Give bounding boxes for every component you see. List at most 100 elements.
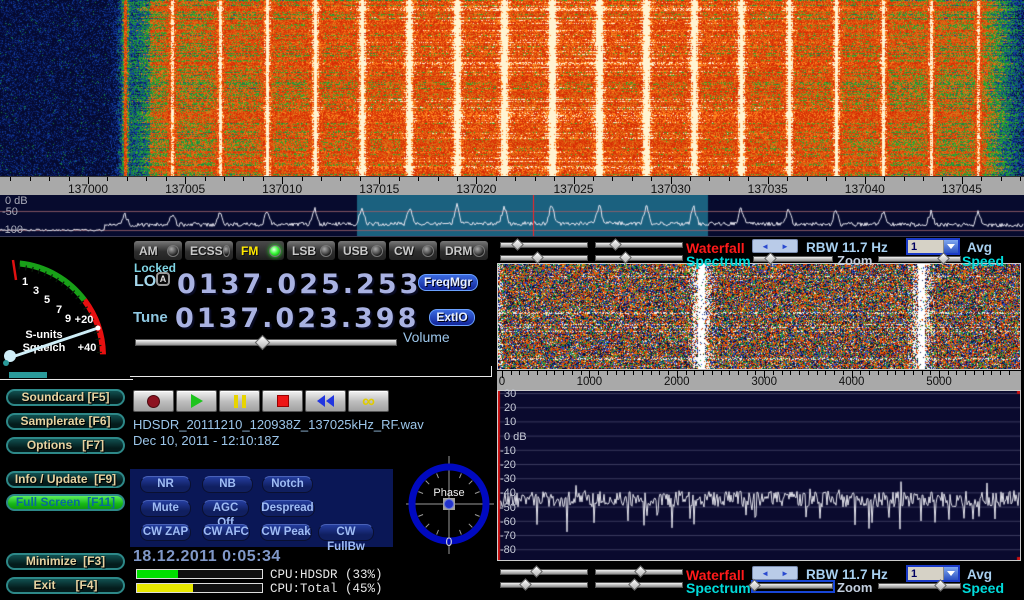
stop-button[interactable] (262, 390, 303, 412)
scale-tick (243, 177, 244, 181)
pause-button[interactable] (219, 390, 260, 412)
main-spectrum-display[interactable]: 0 dB-50-100 (0, 195, 1024, 236)
volume-label: Volume (403, 329, 450, 345)
zoom-slider-top[interactable] (753, 255, 833, 264)
extio-button[interactable]: ExtIO (429, 309, 475, 326)
arrow-left-icon[interactable]: ◄ (761, 242, 769, 251)
arrow-right-icon[interactable]: ► (781, 569, 789, 578)
speed-label-bottom: Speed (962, 580, 1004, 596)
arrow-left-icon[interactable]: ◄ (761, 569, 769, 578)
main-frequency-scale[interactable]: 1370001370051370101370151370201370251370… (0, 176, 1024, 195)
scale-tick (224, 177, 225, 181)
speed-slider-top[interactable] (878, 255, 961, 264)
spectrum-contrast-slider-bottom[interactable] (500, 581, 588, 590)
scale-tick (612, 177, 613, 181)
waterfall-contrast-slider-bottom[interactable] (500, 568, 588, 577)
cpu-total-text: CPU:Total (45%) (270, 582, 383, 596)
spectrum-brightness-slider-top-thumb[interactable] (619, 251, 632, 264)
volume-slider-thumb[interactable] (255, 335, 271, 351)
scale-tick (69, 177, 70, 181)
waterfall-brightness-slider-top[interactable] (595, 241, 683, 250)
scale-tick (399, 177, 400, 181)
freqmgr-button[interactable]: FreqMgr (418, 274, 478, 291)
waterfall-scroll-arrows-bottom[interactable]: ◄► (752, 566, 798, 580)
options-button[interactable]: Options [F7] (6, 437, 125, 454)
nr-button[interactable]: NR (140, 476, 191, 493)
speed-slider-bottom[interactable] (878, 582, 961, 591)
mode-button-drm[interactable]: DRM (439, 240, 489, 261)
spectrum-brightness-slider-top[interactable] (595, 254, 683, 263)
mode-button-fm[interactable]: FM (235, 240, 285, 261)
avg-select-bottom[interactable]: 1 (906, 565, 960, 582)
waterfall-contrast-slider-top[interactable] (500, 241, 588, 250)
spectrum-contrast-slider-top-thumb[interactable] (531, 251, 544, 264)
frequency-tick-label: 137005 (165, 182, 205, 195)
waterfall-brightness-slider-bottom-thumb[interactable] (634, 565, 647, 578)
mode-button-usb[interactable]: USB (337, 240, 387, 261)
main-waterfall-display[interactable] (0, 0, 1024, 176)
scale-tick (127, 177, 128, 181)
waterfall-brightness-slider-bottom[interactable] (595, 568, 683, 577)
zoom-spectrum-frame (497, 390, 1021, 561)
scale-tick (438, 177, 439, 181)
cw-zap-button[interactable]: CW ZAP (140, 524, 191, 541)
spectrum-brightness-slider-bottom-thumb[interactable] (628, 578, 641, 591)
zoom-spectrum-display[interactable] (498, 391, 1020, 560)
waterfall-contrast-slider-top-thumb[interactable] (511, 238, 524, 251)
despread-button[interactable]: Despread (260, 500, 315, 517)
mode-button-am[interactable]: AM (133, 240, 183, 261)
waterfall-contrast-slider-bottom-thumb[interactable] (530, 565, 543, 578)
cw-fullbw-button[interactable]: CW FullBw (318, 524, 374, 541)
scale-tick (624, 371, 625, 375)
agc-off-button[interactable]: AGC Off (202, 500, 249, 517)
waterfall-scroll-arrows-top[interactable]: ◄► (752, 239, 798, 253)
minimize-button[interactable]: Minimize [F3] (6, 553, 125, 570)
speed-label-top: Speed (962, 253, 1004, 269)
cw-afc-button[interactable]: CW AFC (202, 524, 250, 541)
chevron-down-icon[interactable] (943, 567, 958, 580)
exit-button[interactable]: Exit [F4] (6, 577, 125, 594)
speed-slider-bottom-track (878, 583, 961, 589)
mode-button-lsb[interactable]: LSB (286, 240, 336, 261)
zoom-waterfall-display[interactable] (498, 264, 1020, 369)
rewind-button[interactable] (305, 390, 346, 412)
soundcard-button[interactable]: Soundcard [F5] (6, 389, 125, 406)
mode-label: FM (241, 244, 258, 258)
zoom-slider-top-thumb[interactable] (764, 252, 777, 265)
mute-button[interactable]: Mute (140, 500, 191, 517)
chevron-down-icon[interactable] (943, 240, 958, 253)
db-axis-label: -50 (2, 206, 18, 218)
waterfall-brightness-slider-top-thumb[interactable] (609, 238, 622, 251)
info-update-button[interactable]: Info / Update [F9] (6, 471, 125, 488)
full-screen-button[interactable]: Full Screen [F11] (6, 494, 125, 511)
speed-slider-bottom-thumb[interactable] (934, 579, 947, 592)
scale-tick (825, 371, 826, 375)
spectrum-contrast-slider-top[interactable] (500, 254, 588, 263)
zoom-frequency-scale[interactable]: 010002000300040005000 (497, 371, 1021, 390)
mode-button-ecss[interactable]: ECSS (184, 240, 234, 261)
mode-button-cw[interactable]: CW (388, 240, 438, 261)
samplerate-button[interactable]: Samplerate [F6] (6, 413, 125, 430)
play-button[interactable] (176, 390, 217, 412)
scale-tick (843, 371, 844, 375)
zoom-slider-bottom[interactable] (753, 582, 833, 591)
lo-frequency-display[interactable]: 0137.025.253 (177, 269, 421, 300)
loop-button[interactable]: ∞ (348, 390, 389, 412)
avg-select-top[interactable]: 1 (906, 238, 960, 255)
speed-slider-top-thumb[interactable] (937, 252, 950, 265)
spectrum-contrast-slider-bottom-thumb[interactable] (520, 578, 533, 591)
s-meter-gauge[interactable]: 13579+20+40S-unitsSquelch (0, 238, 132, 368)
volume-slider[interactable] (135, 337, 397, 349)
cw-peak-button[interactable]: CW Peak (260, 524, 312, 541)
spectrum-brightness-slider-bottom[interactable] (595, 581, 683, 590)
nb-button[interactable]: NB (202, 476, 253, 493)
record-button[interactable] (133, 390, 174, 412)
frequency-tick-label: 0 (499, 376, 505, 388)
recording-filename: HDSDR_20111210_120938Z_137025kHz_RF.wav (133, 417, 424, 432)
arrow-right-icon[interactable]: ► (781, 242, 789, 251)
lo-auto-badge[interactable]: A (156, 272, 170, 286)
tune-frequency-display[interactable]: 0137.023.398 (175, 303, 419, 334)
notch-button[interactable]: Notch (262, 476, 313, 493)
scale-tick (930, 371, 931, 375)
mode-led-indicator (269, 245, 281, 257)
